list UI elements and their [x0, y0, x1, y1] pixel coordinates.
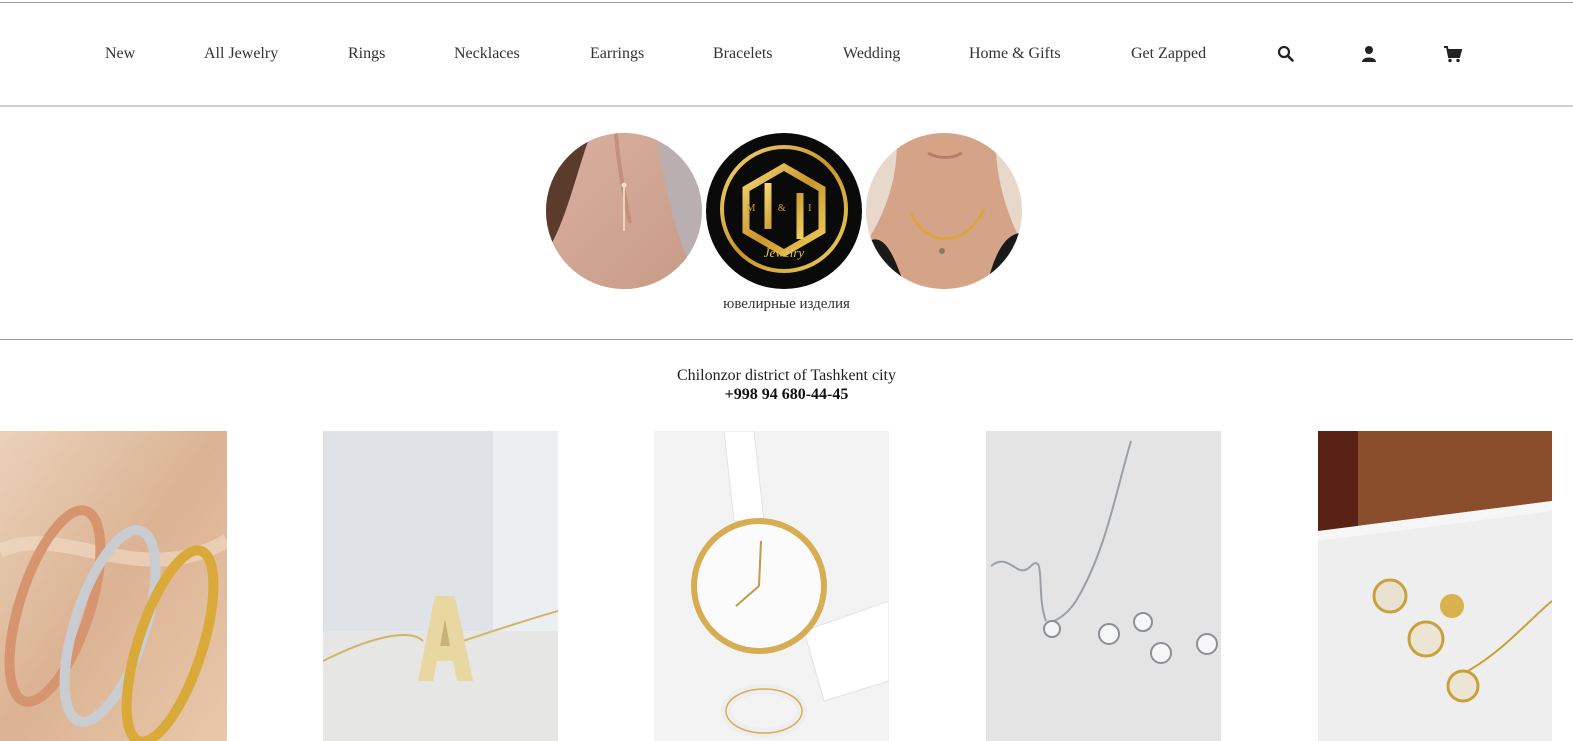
product-gold-cluster-photo[interactable] — [1318, 431, 1552, 741]
account-icon[interactable] — [1360, 45, 1378, 63]
nav-item-rings[interactable]: Rings — [348, 45, 385, 63]
nav-item-new[interactable]: New — [105, 45, 135, 63]
nav-item-bracelets[interactable]: Bracelets — [713, 45, 773, 63]
nav-divider — [0, 105, 1573, 107]
nav-item-get-zapped[interactable]: Get Zapped — [1131, 45, 1206, 63]
store-address: Chilonzor district of Tashkent city — [677, 367, 896, 384]
nav-item-necklaces[interactable]: Necklaces — [454, 45, 520, 63]
product-silver-set-photo[interactable] — [986, 431, 1221, 741]
section-divider — [0, 339, 1573, 340]
nav-item-all-jewelry[interactable]: All Jewelry — [204, 45, 278, 63]
logo-letters: M & I — [746, 203, 822, 214]
cart-icon[interactable] — [1443, 45, 1463, 63]
nav-item-earrings[interactable]: Earrings — [590, 45, 644, 63]
earring-model-photo — [546, 133, 702, 289]
product-watch-photo[interactable] — [654, 431, 889, 741]
nav-item-home-gifts[interactable]: Home & Gifts — [969, 45, 1061, 63]
product-bracelets-photo[interactable] — [0, 431, 227, 741]
nav-item-wedding[interactable]: Wedding — [843, 45, 900, 63]
brand-logo[interactable]: M & I Jewelry — [706, 133, 862, 289]
product-letter-pendant-photo[interactable] — [323, 431, 558, 741]
store-phone[interactable]: +998 94 680-44-45 — [0, 386, 1573, 404]
logo-word: Jewelry — [763, 245, 805, 260]
brand-caption: ювелирные изделия — [723, 296, 850, 312]
main-navigation: New All Jewelry Rings Necklaces Earrings… — [0, 3, 1573, 105]
necklace-model-photo — [866, 133, 1022, 289]
search-icon[interactable] — [1277, 45, 1295, 63]
